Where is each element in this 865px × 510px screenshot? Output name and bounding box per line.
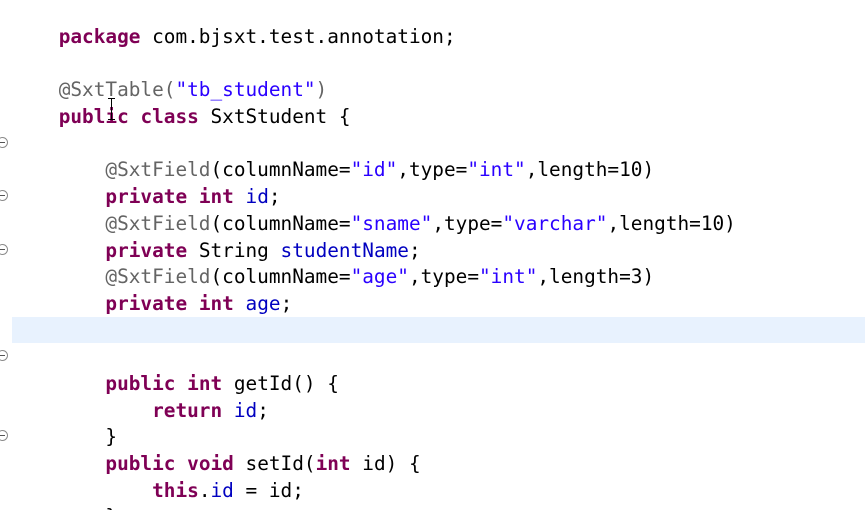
fold-collapse-icon[interactable]: [0, 137, 8, 148]
code-line-field-annotation-id[interactable]: @SxtField(columnName="id",type="int",len…: [12, 131, 654, 181]
keyword: package: [58, 25, 141, 48]
current-line-highlight: [12, 317, 865, 343]
code-line-field-annotation-sname[interactable]: @SxtField(columnName="sname",type="varch…: [12, 185, 735, 235]
code-line-close-brace[interactable]: }: [12, 478, 117, 510]
code-line-package[interactable]: package com.bjsxt.test.annotation;: [12, 0, 456, 48]
code-line-assignment[interactable]: this.id = id;: [12, 452, 304, 502]
keyword: this: [152, 479, 199, 502]
string-literal: "age": [350, 265, 409, 288]
keyword: class: [140, 105, 199, 128]
code-line-setid-declaration[interactable]: public void setId(int id) {: [12, 425, 420, 475]
dot: .: [198, 479, 211, 502]
string-literal: "int": [467, 158, 526, 181]
field-name: id: [233, 399, 258, 422]
method-signature: id) {: [350, 452, 421, 475]
close-brace: }: [59, 505, 117, 510]
code-text: ,length=3): [537, 265, 655, 288]
string-literal: "id": [350, 158, 398, 181]
code-line-class-declaration[interactable]: public class SxtStudent {: [12, 78, 351, 128]
code-line-field-annotation-age[interactable]: @SxtField(columnName="age",type="int",le…: [12, 238, 654, 288]
code-line-return[interactable]: return id;: [12, 372, 269, 422]
fold-collapse-icon[interactable]: [0, 430, 8, 441]
semicolon: ;: [257, 399, 269, 422]
text-cursor-icon: [108, 98, 116, 122]
keyword: public: [58, 105, 129, 128]
java-code-editor[interactable]: package com.bjsxt.test.annotation; @SxtT…: [0, 0, 865, 510]
fold-collapse-icon[interactable]: [0, 244, 8, 255]
editor-gutter: [0, 0, 12, 510]
keyword: int: [315, 452, 351, 475]
fold-collapse-icon[interactable]: [0, 350, 8, 361]
code-text: ,type=: [397, 158, 468, 181]
string-literal: "int": [479, 265, 538, 288]
code-text: ,length=10): [607, 212, 736, 235]
code-line-table-annotation[interactable]: @SxtTable("tb_student"): [12, 51, 328, 101]
code-text: ,type=: [432, 212, 503, 235]
partial-code-line: [250, 503, 500, 510]
code-line-field-id[interactable]: private int id;: [12, 158, 280, 208]
keyword: return: [152, 399, 223, 422]
keyword: private: [105, 292, 188, 315]
code-line-field-studentname[interactable]: private String studentName;: [12, 212, 420, 262]
semicolon: ;: [280, 292, 293, 315]
code-line-field-age[interactable]: private int age;: [12, 265, 292, 315]
package-name: com.bjsxt.test.annotation;: [140, 25, 456, 48]
field-name: age: [245, 292, 281, 315]
code-text: = id;: [233, 479, 304, 502]
class-name: SxtStudent {: [198, 105, 351, 128]
code-text: ,length=10): [525, 158, 655, 181]
code-line-getid-declaration[interactable]: public int getId() {: [12, 345, 339, 395]
code-line-close-brace[interactable]: }: [12, 398, 117, 448]
fold-collapse-icon[interactable]: [0, 190, 8, 201]
field-name: id: [210, 479, 234, 502]
string-literal: "varchar": [502, 212, 608, 235]
keyword: int: [198, 292, 234, 315]
code-text: ,type=: [408, 265, 479, 288]
